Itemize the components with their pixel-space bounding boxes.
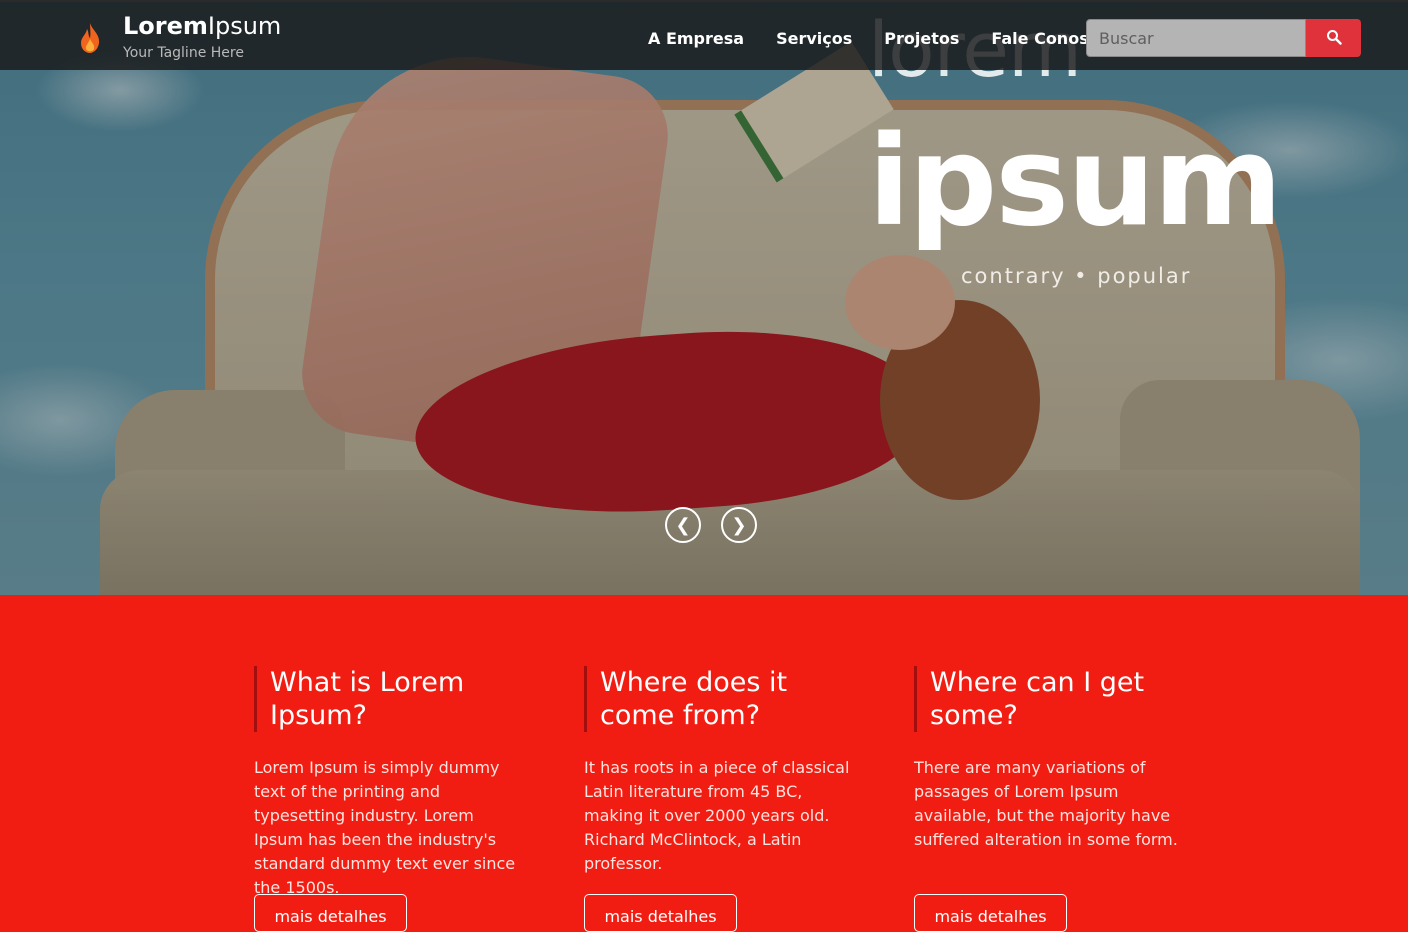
main-nav: A Empresa Serviços Projetos Fale Conosco [648, 29, 1109, 48]
feature-text: It has roots in a piece of classical Lat… [584, 758, 850, 873]
flame-icon [81, 23, 100, 53]
feature-text: Lorem Ipsum is simply dummy text of the … [254, 758, 516, 897]
details-button[interactable]: mais detalhes [254, 894, 407, 932]
details-button[interactable]: mais detalhes [584, 894, 737, 932]
nav-item-projetos[interactable]: Projetos [884, 29, 959, 48]
search-icon [1326, 29, 1342, 45]
nav-item-servicos[interactable]: Serviços [776, 29, 852, 48]
search-button[interactable] [1306, 19, 1361, 57]
feature-card: Where does it come from? It has roots in… [584, 666, 854, 932]
brand-tagline: Your Tagline Here [123, 45, 244, 61]
brand-name-bold: Lorem [123, 12, 208, 40]
slider-prev-button[interactable]: ❮ [665, 507, 701, 543]
feature-title: What is Lorem Ipsum? [254, 666, 524, 732]
feature-card: What is Lorem Ipsum? Lorem Ipsum is simp… [254, 666, 524, 932]
nav-item-empresa[interactable]: A Empresa [648, 29, 744, 48]
chevron-left-icon: ❮ [675, 514, 691, 536]
brand-name-light: Ipsum [207, 12, 282, 40]
brand-logo[interactable]: LoremIpsum [123, 12, 281, 40]
navbar: LoremIpsum Your Tagline Here A Empresa S… [0, 0, 1408, 70]
hero-title-big: ipsum [868, 110, 1283, 254]
hero-subtitle: contrary • popular [961, 264, 1192, 288]
feature-title: Where does it come from? [584, 666, 854, 732]
hero-overlay [0, 0, 1408, 595]
slider-next-button[interactable]: ❯ [721, 507, 757, 543]
details-button[interactable]: mais detalhes [914, 894, 1067, 932]
feature-text: There are many variations of passages of… [914, 758, 1178, 849]
chevron-right-icon: ❯ [731, 514, 747, 536]
search-input[interactable] [1086, 19, 1306, 57]
hero-slider: lorem ipsum contrary • popular ❮ ❯ [0, 0, 1408, 595]
feature-title: Where can I get some? [914, 666, 1184, 732]
feature-card: Where can I get some? There are many var… [914, 666, 1184, 932]
